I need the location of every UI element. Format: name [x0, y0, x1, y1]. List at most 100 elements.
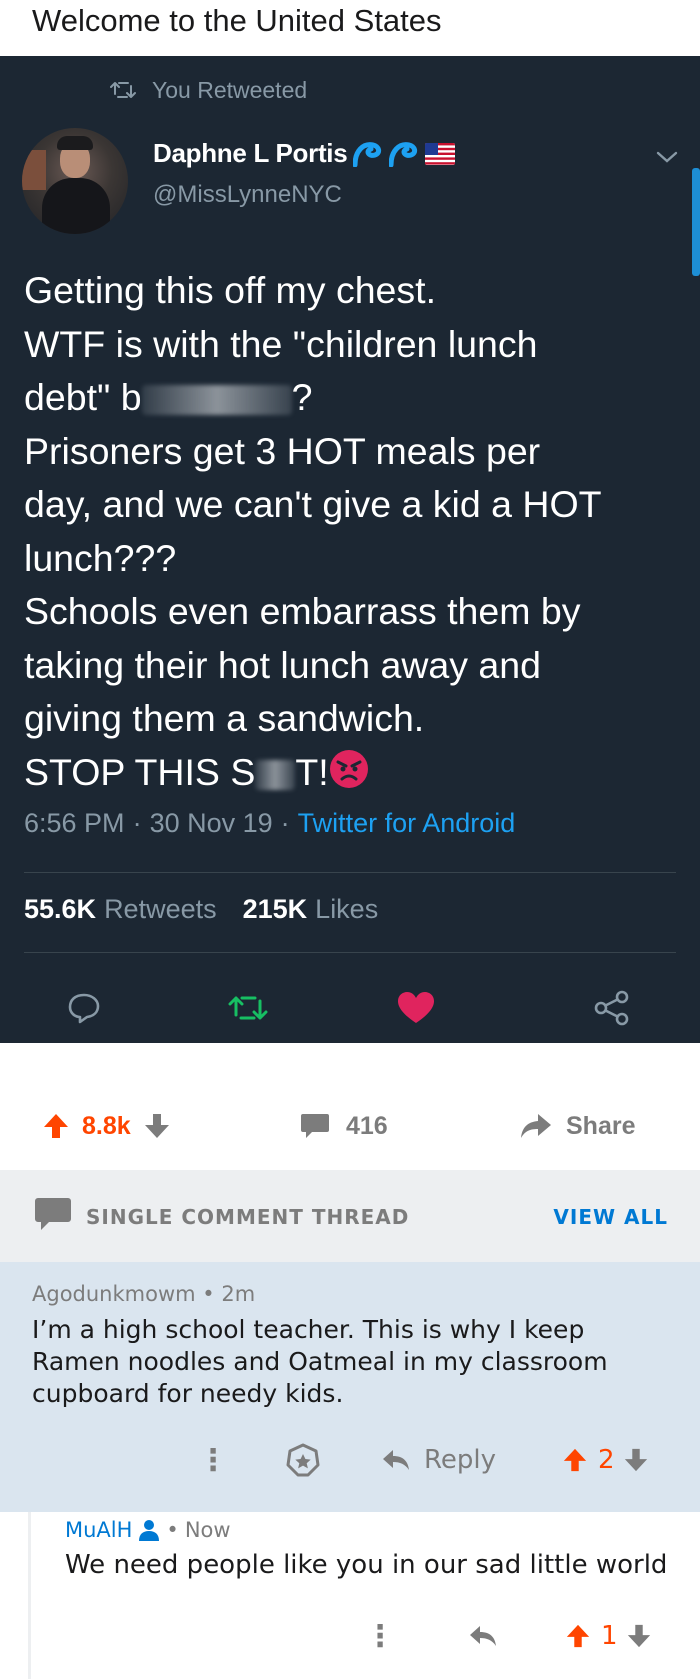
tweet-text: Getting this off my chest. WTF is with t…	[24, 264, 674, 799]
tweet-line-end: T!	[295, 750, 329, 793]
tweet-meta: 6:56 PM · 30 Nov 19 · Twitter for Androi…	[24, 808, 515, 839]
retweet-indicator: You Retweeted	[110, 74, 307, 106]
comment-actions: ⋮ 1	[3, 1616, 700, 1656]
comment-body: I’m a high school teacher. This is why I…	[32, 1315, 608, 1408]
retweet-button[interactable]	[226, 986, 270, 1030]
tweet-line-start: STOP THIS S	[24, 750, 256, 793]
comment-score: 2	[598, 1445, 615, 1475]
divider	[24, 952, 676, 953]
tweet-screenshot[interactable]: You Retweeted Daphne L Portis @MissLynne…	[0, 56, 700, 1043]
heart-icon	[398, 992, 434, 1023]
reply-button[interactable]	[469, 1616, 497, 1656]
retweet-icon	[228, 996, 268, 1020]
comment-age: Now	[184, 1518, 231, 1542]
tweet-line: Prisoners get 3 HOT meals per	[24, 429, 541, 472]
retweet-icon	[110, 82, 136, 98]
scrollbar[interactable]	[692, 168, 700, 276]
comment-icon	[301, 1114, 329, 1138]
tweet-date: 30 Nov 19	[149, 808, 273, 838]
tweet-line: WTF is with the "children lunch	[24, 322, 538, 365]
meta-separator: ·	[132, 808, 142, 838]
tweet-line: Getting this off my chest.	[24, 269, 436, 311]
author-avatar[interactable]	[22, 128, 128, 234]
tweet-line: debt" b?	[24, 371, 674, 425]
tweet-stats[interactable]: 55.6K Retweets 215K Likes	[24, 894, 378, 925]
tweet-time: 6:56 PM	[24, 808, 125, 838]
author-handle[interactable]: @MissLynneNYC	[153, 181, 342, 209]
tweet-line-end: ?	[291, 376, 313, 418]
post-title-text: Welcome to the United States	[32, 3, 442, 38]
retweet-label: You Retweeted	[152, 76, 308, 103]
share-arrow-icon	[521, 1114, 551, 1138]
us-flag-icon	[425, 142, 456, 165]
retweets-label: Retweets	[104, 894, 217, 924]
tweet-source[interactable]: Twitter for Android	[298, 808, 516, 839]
comment-header: Agodunkmowm • 2m	[32, 1282, 255, 1306]
upvote-icon[interactable]	[562, 1447, 588, 1473]
post-action-bar: 8.8k 416 Share	[0, 1080, 700, 1170]
header-separator: •	[202, 1282, 215, 1306]
more-options-button[interactable]: ⋮	[198, 1440, 228, 1480]
angry-face-emoji-icon	[329, 749, 368, 788]
vote-controls: 8.8k	[42, 1108, 171, 1144]
comment-header: MuAlH • Now	[65, 1518, 231, 1542]
downvote-icon[interactable]	[143, 1112, 171, 1140]
post-title: Welcome to the United States	[0, 0, 700, 56]
share-icon	[594, 990, 629, 1026]
like-button[interactable]	[394, 986, 438, 1030]
tweet-line: Schools even embarrass them by	[24, 590, 581, 632]
header-separator: •	[166, 1518, 179, 1542]
wave-emoji-icon	[389, 141, 418, 167]
tweet-line-start: debt" b	[24, 376, 142, 418]
share-button[interactable]	[590, 986, 634, 1030]
censor-blur	[141, 385, 292, 416]
tweet-line: day, and we can't give a kid a HOT	[24, 483, 602, 525]
tweet-line: STOP THIS S T!	[24, 746, 674, 800]
likes-label: Likes	[315, 894, 379, 924]
wave-emoji-icon	[353, 141, 382, 167]
post-score: 8.8k	[82, 1111, 131, 1140]
reply-button[interactable]	[62, 986, 106, 1030]
comment-actions: ⋮ Reply 2	[0, 1440, 700, 1480]
comment-count: 416	[346, 1111, 388, 1140]
award-button[interactable]	[286, 1440, 320, 1480]
comment-author[interactable]: MuAlH	[65, 1518, 132, 1542]
reply-button[interactable]: Reply	[382, 1440, 496, 1480]
downvote-icon[interactable]	[626, 1623, 652, 1649]
thread-label: SINGLE COMMENT THREAD	[86, 1205, 410, 1229]
divider	[24, 872, 676, 873]
reply-icon	[68, 993, 100, 1024]
comment-age: 2m	[221, 1282, 256, 1306]
tweet-line: taking their hot lunch away and	[24, 643, 541, 686]
retweets-count: 55.6K	[24, 894, 97, 924]
share-label: Share	[566, 1111, 636, 1140]
vote-controls: 1	[565, 1616, 652, 1656]
likes-count: 215K	[242, 894, 308, 924]
upvote-icon[interactable]	[42, 1112, 70, 1140]
comment-score: 1	[601, 1621, 618, 1651]
comment-highlighted: Agodunkmowm • 2m I’m a high school teach…	[0, 1262, 700, 1512]
user-icon	[139, 1520, 160, 1541]
comments-button[interactable]: 416	[300, 1108, 388, 1144]
share-post-button[interactable]: Share	[520, 1108, 635, 1144]
reply-arrow-icon	[470, 1626, 496, 1646]
author-name[interactable]: Daphne L Portis	[153, 138, 348, 169]
meta-separator: ·	[280, 808, 290, 838]
tweet-line: giving them a sandwich.	[24, 697, 425, 739]
more-options-button[interactable]: ⋮	[365, 1616, 395, 1656]
comment-author[interactable]: Agodunkmowm	[32, 1282, 196, 1306]
comment-body: We need people like you in our sad littl…	[65, 1550, 668, 1580]
comment-icon	[35, 1198, 71, 1230]
comment-reply: MuAlH • Now We need people like you in o…	[28, 1512, 700, 1679]
single-thread-bar: SINGLE COMMENT THREAD VIEW ALL	[0, 1170, 700, 1262]
downvote-icon[interactable]	[623, 1447, 649, 1473]
reply-arrow-icon	[383, 1450, 409, 1470]
reply-label: Reply	[424, 1445, 497, 1475]
tweet-line: lunch???	[24, 536, 177, 579]
censor-blur	[255, 759, 296, 790]
view-all-link[interactable]: VIEW ALL	[553, 1205, 668, 1229]
chevron-down-icon[interactable]	[655, 148, 679, 166]
author-name-row[interactable]: Daphne L Portis	[153, 138, 456, 169]
vote-controls: 2	[562, 1440, 649, 1480]
upvote-icon[interactable]	[565, 1623, 591, 1649]
